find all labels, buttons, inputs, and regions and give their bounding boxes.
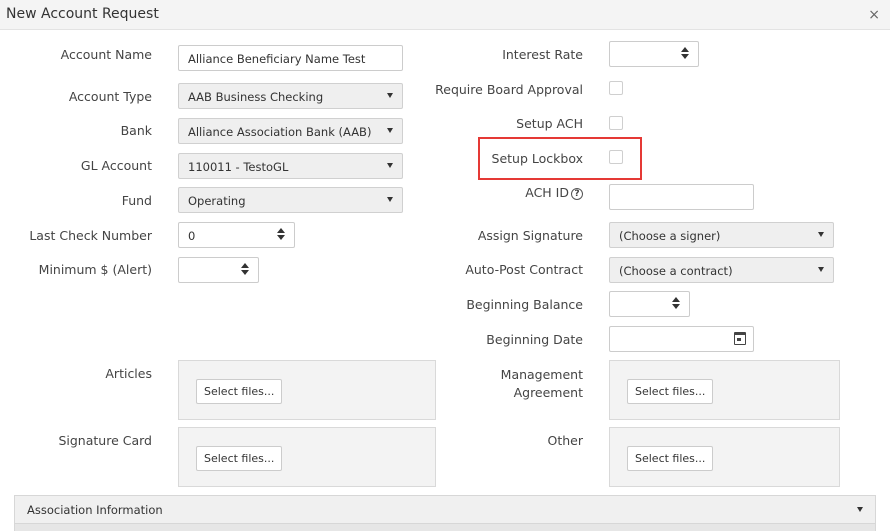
minimum-alert-input[interactable] bbox=[178, 257, 259, 283]
chevron-down-icon bbox=[387, 197, 393, 202]
help-circle-icon[interactable]: ? bbox=[571, 188, 583, 200]
account-name-value: Alliance Beneficiary Name Test bbox=[188, 52, 366, 66]
dialog-titlebar: New Account Request × bbox=[0, 0, 890, 30]
gl-account-label: GL Account bbox=[80, 158, 152, 173]
auto-post-contract-select[interactable]: (Choose a contract) bbox=[609, 257, 834, 283]
last-check-number-value: 0 bbox=[188, 229, 196, 243]
bank-value: Alliance Association Bank (AAB) bbox=[188, 125, 372, 139]
auto-post-contract-label: Auto-Post Contract bbox=[465, 262, 583, 277]
beginning-date-label: Beginning Date bbox=[486, 332, 583, 347]
signature-card-dropzone[interactable]: Select files... bbox=[178, 427, 436, 487]
bank-select[interactable]: Alliance Association Bank (AAB) bbox=[178, 118, 403, 144]
other-label: Other bbox=[547, 433, 584, 448]
spinner-arrows-icon[interactable] bbox=[241, 262, 249, 278]
chevron-down-icon bbox=[818, 267, 824, 272]
account-type-select[interactable]: AAB Business Checking bbox=[178, 83, 403, 109]
ach-id-label-text: ACH ID bbox=[525, 185, 569, 200]
dialog-title: New Account Request bbox=[6, 6, 159, 22]
beginning-date-input[interactable] bbox=[609, 326, 754, 352]
articles-select-files-button[interactable]: Select files... bbox=[196, 379, 283, 404]
interest-rate-input[interactable] bbox=[609, 41, 699, 67]
assign-signature-label: Assign Signature bbox=[477, 228, 583, 243]
association-information-body bbox=[14, 524, 876, 531]
spinner-arrows-icon[interactable] bbox=[277, 227, 285, 243]
management-agreement-select-files-button[interactable]: Select files... bbox=[627, 379, 714, 404]
chevron-down-icon bbox=[387, 128, 393, 133]
fund-label: Fund bbox=[121, 193, 152, 208]
association-information-label: Association Information bbox=[27, 503, 163, 517]
gl-account-value: 110011 - TestoGL bbox=[188, 160, 289, 174]
setup-lockbox-label: Setup Lockbox bbox=[491, 151, 583, 166]
other-select-files-button[interactable]: Select files... bbox=[627, 446, 714, 471]
account-name-label: Account Name bbox=[60, 47, 152, 62]
assign-signature-select[interactable]: (Choose a signer) bbox=[609, 222, 834, 248]
chevron-down-icon bbox=[857, 507, 863, 512]
gl-account-select[interactable]: 110011 - TestoGL bbox=[178, 153, 403, 179]
spinner-arrows-icon[interactable] bbox=[672, 296, 680, 312]
management-agreement-label: Management Agreement bbox=[501, 366, 583, 402]
articles-label: Articles bbox=[105, 366, 152, 381]
chevron-down-icon bbox=[818, 232, 824, 237]
association-information-header[interactable]: Association Information bbox=[14, 495, 876, 524]
interest-rate-label: Interest Rate bbox=[502, 47, 583, 62]
beginning-balance-label: Beginning Balance bbox=[466, 297, 583, 312]
close-icon[interactable]: × bbox=[868, 7, 880, 23]
fund-select[interactable]: Operating bbox=[178, 187, 403, 213]
other-dropzone[interactable]: Select files... bbox=[609, 427, 840, 487]
setup-lockbox-checkbox[interactable] bbox=[609, 150, 623, 164]
management-agreement-dropzone[interactable]: Select files... bbox=[609, 360, 840, 420]
require-board-approval-checkbox[interactable] bbox=[609, 81, 623, 95]
signature-card-label: Signature Card bbox=[58, 433, 152, 448]
setup-ach-checkbox[interactable] bbox=[609, 116, 623, 130]
signature-card-select-files-button[interactable]: Select files... bbox=[196, 446, 283, 471]
ach-id-label: ACH ID? bbox=[525, 185, 583, 200]
last-check-number-label: Last Check Number bbox=[29, 228, 152, 243]
chevron-down-icon bbox=[387, 93, 393, 98]
last-check-number-input[interactable]: 0 bbox=[178, 222, 295, 248]
management-agreement-label-line1: Management bbox=[500, 367, 583, 382]
spinner-arrows-icon[interactable] bbox=[681, 46, 689, 62]
calendar-icon[interactable] bbox=[734, 332, 746, 345]
account-type-value: AAB Business Checking bbox=[188, 90, 324, 104]
management-agreement-label-line2: Agreement bbox=[513, 385, 583, 400]
beginning-balance-input[interactable] bbox=[609, 291, 690, 317]
account-name-input[interactable]: Alliance Beneficiary Name Test bbox=[178, 45, 403, 71]
auto-post-contract-value: (Choose a contract) bbox=[619, 264, 733, 278]
setup-ach-label: Setup ACH bbox=[516, 116, 583, 131]
chevron-down-icon bbox=[387, 163, 393, 168]
account-type-label: Account Type bbox=[68, 89, 152, 104]
ach-id-input[interactable] bbox=[609, 184, 754, 210]
require-board-approval-label: Require Board Approval bbox=[435, 82, 583, 97]
articles-dropzone[interactable]: Select files... bbox=[178, 360, 436, 420]
bank-label: Bank bbox=[120, 123, 152, 138]
assign-signature-value: (Choose a signer) bbox=[619, 229, 721, 243]
fund-value: Operating bbox=[188, 194, 246, 208]
minimum-alert-label: Minimum $ (Alert) bbox=[38, 262, 152, 277]
